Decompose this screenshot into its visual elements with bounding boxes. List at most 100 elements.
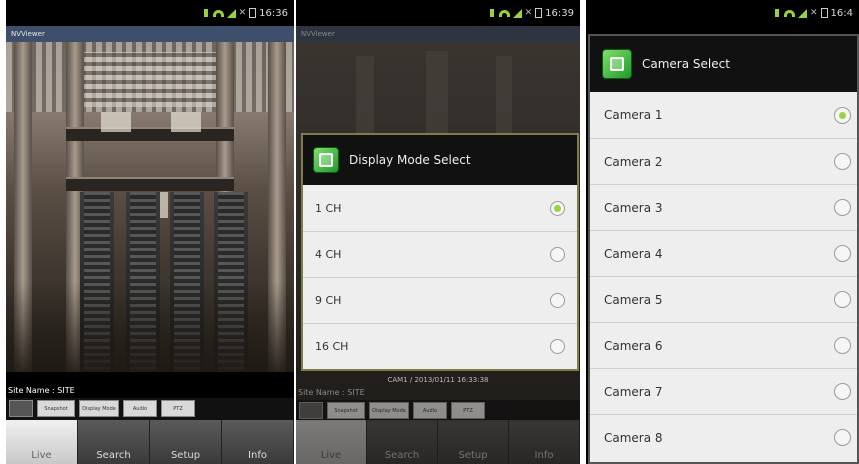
control-button[interactable] [9, 400, 33, 417]
bottom-tab-bar: Live Search Setup Info [6, 420, 294, 464]
radio-button[interactable] [834, 153, 851, 170]
option-camera-6[interactable]: Camera 6 [590, 322, 857, 368]
status-bar: ✕ 16:4 [586, 0, 859, 26]
signal-icon [226, 8, 236, 18]
tab-setup[interactable]: Setup [438, 420, 509, 464]
camera-select-screen: ✕ 16:4 Camera Select Camera 1 Camera 2 C… [586, 0, 859, 464]
store-sign [171, 112, 201, 132]
option-1ch[interactable]: 1 CH [303, 185, 577, 231]
status-bar: ✕ 16:39 [296, 0, 580, 26]
radio-button[interactable] [834, 383, 851, 400]
battery-icon [535, 8, 543, 18]
app-title: NVViewer [6, 26, 294, 42]
radio-button[interactable] [834, 337, 851, 354]
site-name: Site Name : SITE [6, 384, 294, 398]
background-shape [496, 56, 512, 136]
option-label: Camera 4 [604, 246, 663, 261]
camera-video-view[interactable] [6, 42, 294, 372]
battery-icon [249, 8, 257, 18]
option-camera-2[interactable]: Camera 2 [590, 138, 857, 184]
signal-icon [512, 8, 522, 18]
option-camera-4[interactable]: Camera 4 [590, 230, 857, 276]
option-label: 9 CH [315, 294, 342, 307]
audio-button[interactable]: Audio [123, 400, 157, 417]
mute-icon: ✕ [238, 8, 247, 18]
wifi-icon [783, 9, 795, 17]
option-label: Camera 1 [604, 108, 663, 122]
option-camera-5[interactable]: Camera 5 [590, 276, 857, 322]
option-label: Camera 2 [604, 154, 663, 169]
wifi-icon [498, 9, 510, 17]
store-sign [101, 112, 131, 132]
radio-button-selected[interactable] [550, 200, 565, 216]
control-button-row: Snapshot Display Mode Audio PTZ [6, 398, 294, 420]
option-label: 16 CH [315, 340, 349, 353]
status-bar: ✕ 16:36 [6, 0, 294, 26]
dialog-header: Camera Select [590, 36, 857, 92]
clock: 16:36 [259, 7, 288, 19]
display-mode-button[interactable]: Display Mode [369, 402, 409, 419]
audio-button[interactable]: Audio [413, 402, 447, 419]
radio-button[interactable] [834, 199, 851, 216]
ptz-button[interactable]: PTZ [451, 402, 485, 419]
balcony [66, 177, 234, 191]
live-view-screen: ✕ 16:36 NVViewer Site Name : SITE Snapsh… [6, 0, 294, 464]
wifi-icon [212, 9, 224, 17]
snapshot-button[interactable]: Snapshot [327, 402, 365, 419]
tab-search[interactable]: Search [78, 420, 150, 464]
tab-live[interactable]: Live [6, 420, 78, 464]
dialog-header: Display Mode Select [303, 135, 577, 185]
site-name: Site Name : SITE [298, 388, 365, 397]
radio-button[interactable] [834, 429, 851, 446]
clock: 16:4 [830, 7, 853, 19]
option-4ch[interactable]: 4 CH [303, 231, 577, 277]
option-label: Camera 7 [604, 384, 663, 399]
option-9ch[interactable]: 9 CH [303, 277, 577, 323]
floor [6, 282, 294, 372]
display-mode-screen: ✕ 16:39 NVViewer Display Mode Select 1 C… [296, 0, 580, 464]
balcony [66, 127, 234, 141]
radio-button[interactable] [550, 293, 565, 308]
option-label: Camera 5 [604, 292, 663, 307]
option-label: Camera 8 [604, 430, 663, 445]
camera-select-dialog: Camera Select Camera 1 Camera 2 Camera 3… [588, 34, 859, 464]
tab-live[interactable]: Live [296, 420, 367, 464]
radio-button[interactable] [550, 339, 565, 354]
radio-button[interactable] [550, 247, 565, 262]
camera-info-overlay: CAM1 / 2013/01/11 16:33:38 [387, 376, 489, 384]
option-camera-7[interactable]: Camera 7 [590, 368, 857, 414]
volume-icon [489, 9, 496, 17]
battery-icon [820, 8, 828, 18]
tab-info[interactable]: Info [509, 420, 580, 464]
option-camera-3[interactable]: Camera 3 [590, 184, 857, 230]
dialog-title: Display Mode Select [349, 153, 471, 167]
ceiling-grid [66, 52, 234, 107]
tab-info[interactable]: Info [222, 420, 294, 464]
option-label: 1 CH [315, 201, 342, 215]
ptz-button[interactable]: PTZ [161, 400, 195, 417]
display-mode-button[interactable]: Display Mode [79, 400, 119, 417]
volume-icon [774, 9, 781, 17]
volume-icon [203, 9, 210, 17]
mute-icon: ✕ [524, 8, 533, 18]
tab-setup[interactable]: Setup [150, 420, 222, 464]
radio-button[interactable] [834, 291, 851, 308]
option-camera-1[interactable]: Camera 1 [590, 92, 857, 138]
control-button[interactable] [299, 402, 323, 419]
snapshot-button[interactable]: Snapshot [37, 400, 75, 417]
control-button-row: Snapshot Display Mode Audio PTZ [296, 400, 580, 422]
option-label: 4 CH [315, 248, 342, 261]
dialog-title: Camera Select [642, 57, 730, 71]
option-16ch[interactable]: 16 CH [303, 323, 577, 369]
signal-icon [797, 8, 807, 18]
app-icon [313, 147, 339, 173]
app-icon [602, 49, 632, 79]
option-camera-8[interactable]: Camera 8 [590, 414, 857, 460]
radio-button[interactable] [834, 245, 851, 262]
bottom-tab-bar: Live Search Setup Info [296, 420, 580, 464]
radio-button-selected[interactable] [834, 106, 851, 124]
tab-search[interactable]: Search [367, 420, 438, 464]
display-mode-dialog: Display Mode Select 1 CH 4 CH 9 CH 16 CH [301, 133, 579, 371]
clock: 16:39 [545, 7, 574, 19]
option-label: Camera 3 [604, 200, 663, 215]
